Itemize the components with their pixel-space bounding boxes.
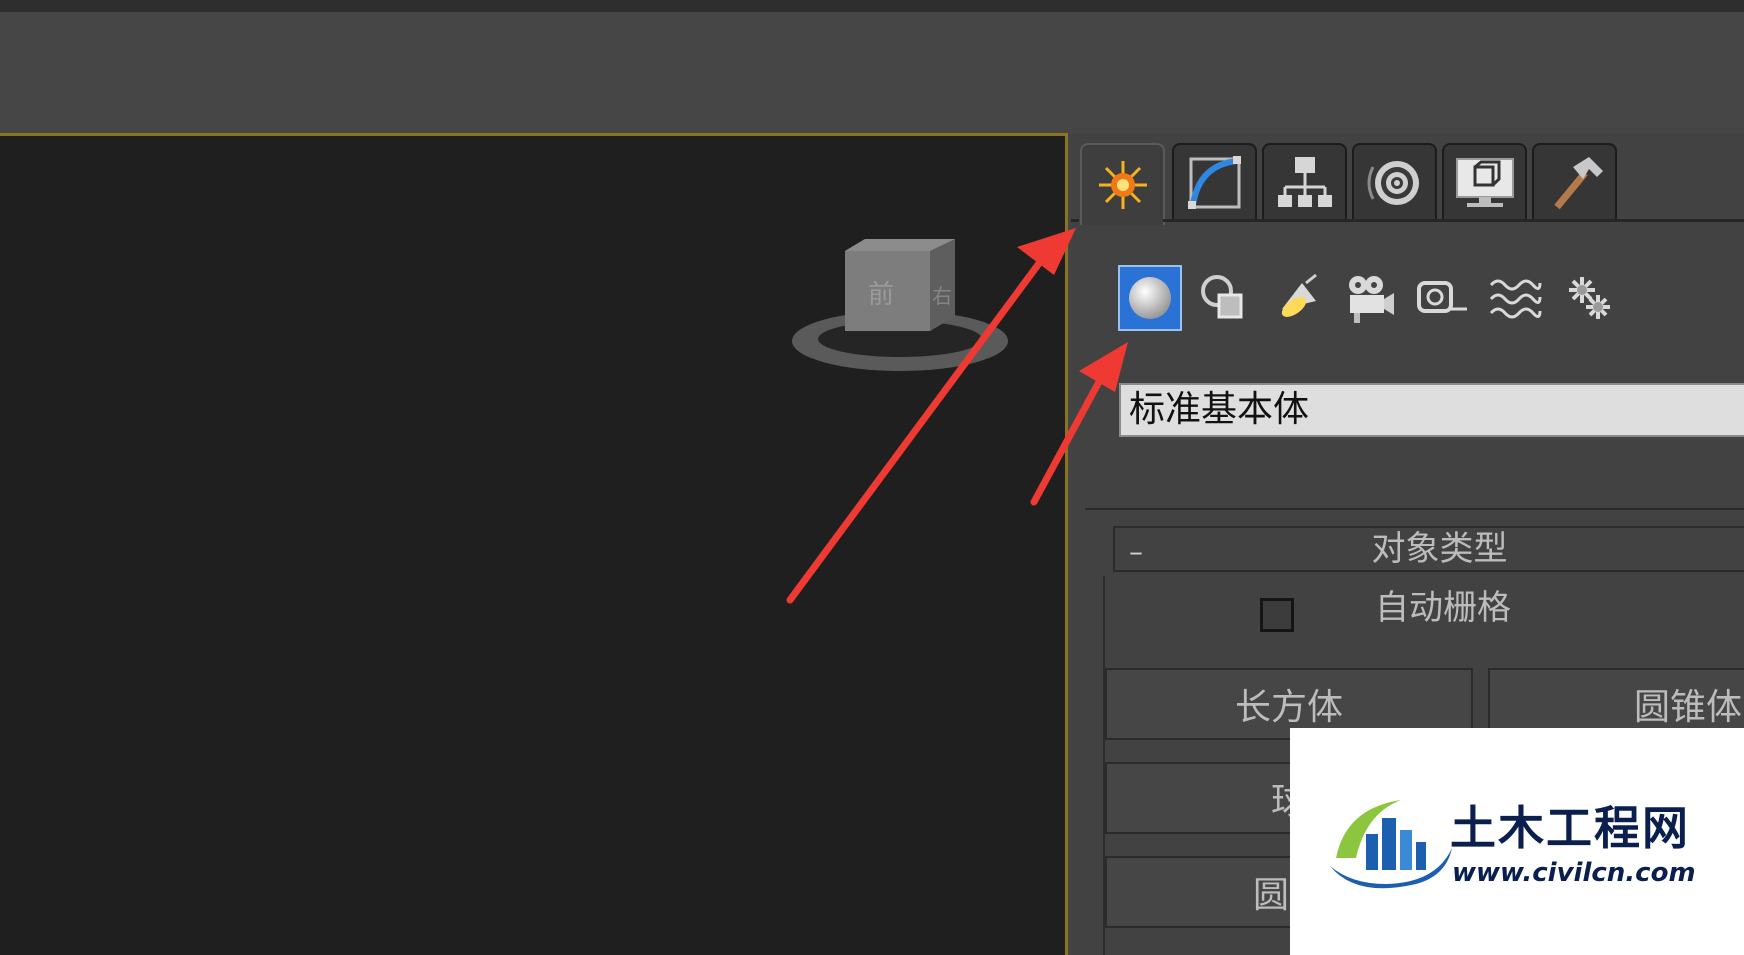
- civilcn-logo: [1330, 800, 1452, 889]
- watermark-title: 土木工程网: [1450, 801, 1690, 855]
- annotation-arrowhead: [1079, 342, 1128, 392]
- watermark-url: www.civilcn.com: [1452, 858, 1696, 888]
- watermark: 土木工程网 www.civilcn.com: [1290, 728, 1744, 955]
- annotation-arrowhead: [1017, 228, 1076, 275]
- app-window: 前 右 标准基本体 – 对象类型 自动栅格 长方体 圆锥体 球 圆柱 土木工程网…: [0, 0, 1744, 955]
- annotation-arrow-line: [1030, 376, 1104, 506]
- annotation-arrow-line: [786, 258, 1044, 604]
